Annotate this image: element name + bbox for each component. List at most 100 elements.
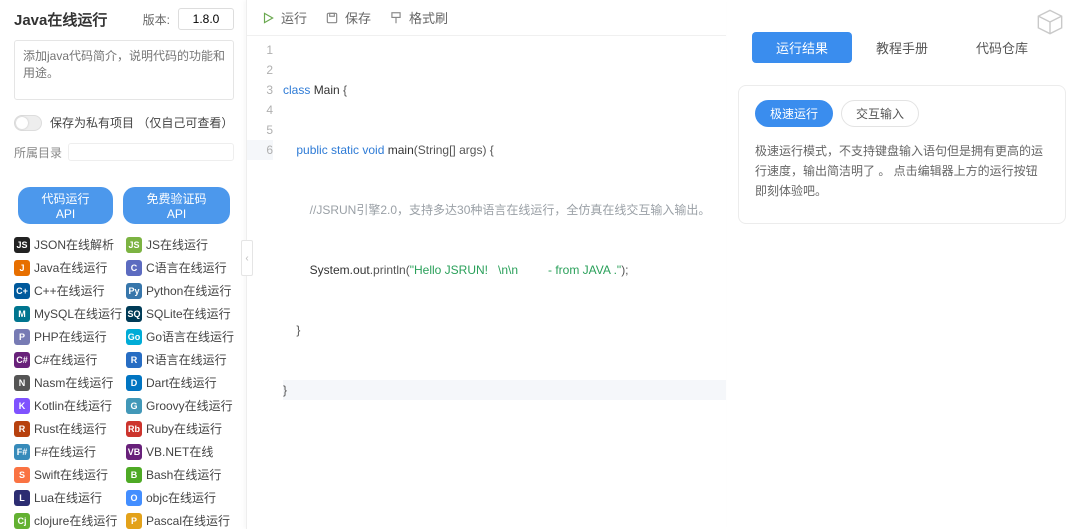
- lang-label: Swift在线运行: [34, 466, 108, 483]
- directory-row: 所属目录: [14, 143, 234, 161]
- lang-label: C++在线运行: [34, 282, 105, 299]
- save-button[interactable]: 保存: [325, 8, 371, 27]
- lang-item[interactable]: GoGo语言在线运行: [126, 328, 234, 345]
- tab-manual[interactable]: 教程手册: [852, 32, 952, 63]
- lang-icon: JS: [126, 237, 142, 253]
- result-text: 极速运行模式，不支持键盘输入语句但是拥有更高的运行速度，输出简洁明了 。 点击编…: [755, 141, 1049, 201]
- lang-icon: G: [126, 398, 142, 414]
- lang-item[interactable]: CC语言在线运行: [126, 259, 234, 276]
- sub-tabs: 极速运行 交互输入: [755, 100, 1049, 127]
- left-panel: Java在线运行 版本: 保存为私有项目 （仅自己可查看） 所属目录 代码运行A…: [0, 0, 246, 529]
- lang-item[interactable]: VBVB.NET在线: [126, 443, 234, 460]
- lang-label: PHP在线运行: [34, 328, 107, 345]
- lang-label: Go语言在线运行: [146, 328, 234, 345]
- lang-item[interactable]: C+C++在线运行: [14, 282, 122, 299]
- lang-item[interactable]: PPHP在线运行: [14, 328, 122, 345]
- lang-icon: D: [126, 375, 142, 391]
- run-button[interactable]: 运行: [261, 8, 307, 27]
- lang-item[interactable]: GGroovy在线运行: [126, 397, 234, 414]
- format-button-label: 格式刷: [409, 8, 448, 27]
- lang-icon: R: [126, 352, 142, 368]
- save-icon: [325, 11, 339, 25]
- lang-icon: K: [14, 398, 30, 414]
- logo-icon: [1036, 8, 1064, 36]
- lang-item[interactable]: RbRuby在线运行: [126, 420, 234, 437]
- lang-item[interactable]: F#F#在线运行: [14, 443, 122, 460]
- lang-item[interactable]: BBash在线运行: [126, 466, 234, 483]
- lang-label: objc在线运行: [146, 489, 216, 506]
- lang-item[interactable]: SQSQLite在线运行: [126, 305, 234, 322]
- language-grid: JSJSON在线解析JSJS在线运行JJava在线运行CC语言在线运行C+C++…: [14, 236, 234, 529]
- lang-label: JS在线运行: [146, 236, 208, 253]
- lang-icon: VB: [126, 444, 142, 460]
- subtab-interactive[interactable]: 交互输入: [841, 100, 919, 127]
- lang-icon: C#: [14, 352, 30, 368]
- lang-label: C语言在线运行: [146, 259, 227, 276]
- lang-icon: SQ: [126, 306, 142, 322]
- save-button-label: 保存: [345, 8, 371, 27]
- lang-item[interactable]: Cjclojure在线运行: [14, 512, 122, 529]
- private-toggle[interactable]: [14, 115, 42, 131]
- code-area[interactable]: class Main { public static void main(Str…: [283, 40, 726, 440]
- lang-item[interactable]: C#C#在线运行: [14, 351, 122, 368]
- right-panel: 运行结果 教程手册 代码仓库 极速运行 交互输入 极速运行模式，不支持键盘输入语…: [726, 0, 1080, 529]
- lang-icon: Go: [126, 329, 142, 345]
- lang-item[interactable]: DDart在线运行: [126, 374, 234, 391]
- lang-label: Python在线运行: [146, 282, 231, 299]
- format-icon: [389, 11, 403, 25]
- result-tabs: 运行结果 教程手册 代码仓库: [738, 32, 1066, 63]
- version-select[interactable]: [178, 8, 234, 30]
- lang-item[interactable]: NNasm在线运行: [14, 374, 122, 391]
- lang-item[interactable]: RRust在线运行: [14, 420, 122, 437]
- lang-item[interactable]: KKotlin在线运行: [14, 397, 122, 414]
- subtab-fast[interactable]: 极速运行: [755, 100, 833, 127]
- lang-item[interactable]: RR语言在线运行: [126, 351, 234, 368]
- directory-input[interactable]: [68, 143, 234, 161]
- lang-icon: Rb: [126, 421, 142, 437]
- editor-panel: ‹ 运行 保存 格式刷 123456 class Main { public s…: [246, 0, 726, 529]
- lang-icon: P: [14, 329, 30, 345]
- result-panel: 极速运行 交互输入 极速运行模式，不支持键盘输入语句但是拥有更高的运行速度，输出…: [738, 85, 1066, 224]
- lang-item[interactable]: SSwift在线运行: [14, 466, 122, 483]
- lang-label: VB.NET在线: [146, 443, 213, 460]
- lang-icon: N: [14, 375, 30, 391]
- lang-icon: O: [126, 490, 142, 506]
- lang-icon: S: [14, 467, 30, 483]
- tab-repo[interactable]: 代码仓库: [952, 32, 1052, 63]
- code-editor[interactable]: 123456 class Main { public static void m…: [247, 36, 726, 440]
- lang-item[interactable]: LLua在线运行: [14, 489, 122, 506]
- lang-icon: J: [14, 260, 30, 276]
- lang-label: Rust在线运行: [34, 420, 107, 437]
- lang-item[interactable]: JJava在线运行: [14, 259, 122, 276]
- lang-label: Lua在线运行: [34, 489, 102, 506]
- private-row: 保存为私有项目 （仅自己可查看）: [14, 114, 234, 131]
- description-input[interactable]: [14, 40, 234, 100]
- lang-label: F#在线运行: [34, 443, 96, 460]
- lang-icon: Py: [126, 283, 142, 299]
- api-pill-row: 代码运行API 免费验证码API: [14, 187, 234, 224]
- lang-item[interactable]: PPascal在线运行: [126, 512, 234, 529]
- lang-icon: L: [14, 490, 30, 506]
- lang-label: Groovy在线运行: [146, 397, 233, 414]
- lang-item[interactable]: JSJSON在线解析: [14, 236, 122, 253]
- lang-item[interactable]: PyPython在线运行: [126, 282, 234, 299]
- format-button[interactable]: 格式刷: [389, 8, 448, 27]
- lang-label: Java在线运行: [34, 259, 107, 276]
- tab-result[interactable]: 运行结果: [752, 32, 852, 63]
- captcha-api-pill[interactable]: 免费验证码API: [123, 187, 230, 224]
- lang-icon: F#: [14, 444, 30, 460]
- directory-label: 所属目录: [14, 144, 62, 161]
- lang-icon: JS: [14, 237, 30, 253]
- lang-icon: C: [126, 260, 142, 276]
- lang-item[interactable]: Oobjc在线运行: [126, 489, 234, 506]
- lang-item[interactable]: JSJS在线运行: [126, 236, 234, 253]
- lang-item[interactable]: MMySQL在线运行: [14, 305, 122, 322]
- run-button-label: 运行: [281, 8, 307, 27]
- run-api-pill[interactable]: 代码运行API: [18, 187, 113, 224]
- collapse-handle[interactable]: ‹: [241, 240, 253, 276]
- lang-label: SQLite在线运行: [146, 305, 231, 322]
- lang-label: Kotlin在线运行: [34, 397, 112, 414]
- lang-label: MySQL在线运行: [34, 305, 122, 322]
- version-label: 版本:: [143, 11, 170, 28]
- editor-toolbar: 运行 保存 格式刷: [247, 0, 726, 36]
